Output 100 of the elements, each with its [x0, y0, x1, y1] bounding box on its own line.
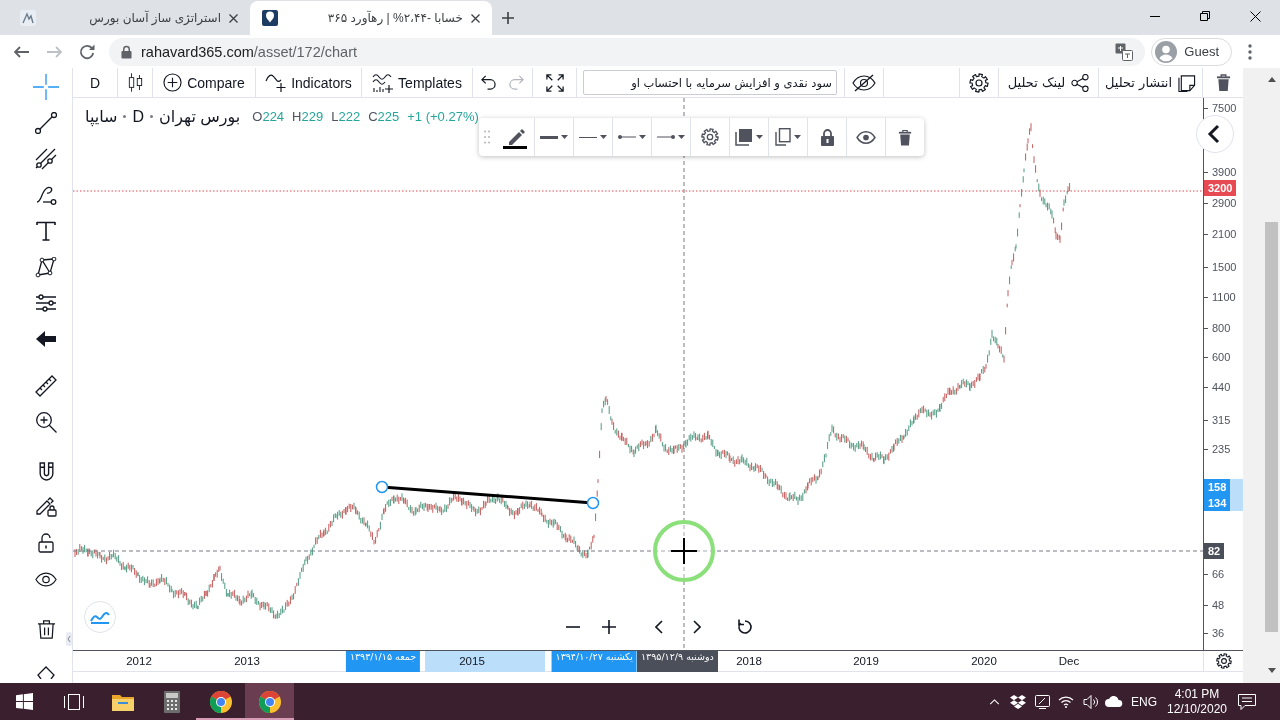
curve-icon[interactable] [35, 185, 57, 205]
price-axis-label: 235 [1212, 443, 1231, 455]
close-icon[interactable] [471, 13, 480, 23]
arrow-left-icon[interactable] [36, 331, 56, 347]
collapse-handle-icon[interactable] [66, 632, 72, 646]
clock-time: 4:01 PM [1174, 686, 1220, 702]
date-marker: دوشنبه ۱۳۹۵/۱۲/۹ [637, 651, 718, 672]
caret-icon [678, 135, 685, 139]
chevron-up-icon[interactable] [988, 698, 1000, 705]
interval-button[interactable]: D [86, 69, 104, 96]
language-indicator[interactable]: ENG [1126, 683, 1162, 720]
symbol-name: سایپا [85, 107, 118, 126]
price-axis-label: 2100 [1212, 228, 1237, 240]
price-axis-label: 36 [1212, 627, 1225, 639]
new-tab-icon[interactable] [502, 12, 514, 24]
plus-circle-icon [163, 73, 183, 92]
time-axis-label: 2018 [736, 655, 762, 667]
analysis-title-field[interactable]: سود نقدی و افزایش سرمایه با احتساب او [583, 70, 837, 95]
templates-icon [372, 72, 394, 93]
caret-icon [756, 135, 763, 139]
price-axis-label: 1500 [1212, 261, 1237, 273]
scroll-up-icon[interactable] [1268, 77, 1276, 82]
price-axis-marker: 82 [1204, 543, 1225, 559]
minimize-icon[interactable] [1150, 15, 1160, 17]
translate-icon[interactable] [1115, 42, 1134, 61]
chrome-icon [208, 689, 233, 714]
price-axis-label: 440 [1212, 381, 1231, 393]
chrome-icon [257, 689, 282, 714]
scroll-down-icon[interactable] [1268, 668, 1276, 673]
cloud-icon[interactable] [1105, 696, 1123, 707]
chevron-left-icon[interactable] [655, 620, 663, 634]
ohlc-label: C [368, 109, 378, 124]
share-link-button[interactable]: لینک تحلیل [1004, 69, 1093, 96]
text-tool-icon[interactable] [36, 221, 56, 241]
settings-icon [701, 128, 719, 146]
scrollbar-thumb[interactable] [1265, 222, 1278, 632]
undo-icon[interactable] [481, 75, 496, 90]
caret-icon [600, 135, 607, 139]
candlestick-icon[interactable] [127, 73, 143, 92]
folder-icon [111, 692, 134, 711]
trash-icon [898, 128, 912, 146]
favicon-icon [20, 10, 36, 26]
caret-icon [639, 135, 646, 139]
address-bar[interactable]: rahavard365.com/asset/172/chart [109, 37, 1146, 66]
notification-icon[interactable] [1238, 693, 1256, 710]
parallel-lines-icon[interactable] [35, 148, 57, 170]
dot-line-icon [618, 135, 636, 139]
price-change: +1 (+0.27%) [407, 109, 479, 124]
restore-icon[interactable] [1200, 11, 1210, 21]
templates-button[interactable]: Templates [369, 69, 465, 96]
lock-icon [820, 128, 834, 146]
eye-slash-icon[interactable] [852, 73, 876, 92]
zigzag-pattern-icon[interactable] [35, 256, 57, 278]
tray-app-icon[interactable] [1034, 694, 1050, 709]
profile-button[interactable]: Guest [1151, 37, 1232, 66]
cursor-highlight-icon [653, 520, 715, 582]
eye-icon[interactable] [35, 571, 57, 587]
reset-icon[interactable] [737, 619, 753, 635]
close-icon[interactable] [1249, 10, 1261, 22]
dropbox-icon[interactable] [1010, 694, 1026, 709]
settings-icon[interactable] [969, 72, 989, 93]
compare-button[interactable]: Compare [160, 69, 248, 96]
drag-handle-icon[interactable] [484, 130, 490, 144]
wave-logo-icon[interactable] [84, 601, 116, 633]
unlock-icon[interactable] [38, 533, 54, 553]
pencil-lock-icon[interactable] [35, 497, 57, 517]
note-icon [1178, 73, 1197, 92]
wifi-icon[interactable] [1058, 695, 1074, 708]
speaker-icon[interactable] [1082, 694, 1098, 709]
zoom-in-icon[interactable] [35, 411, 57, 433]
plus-icon[interactable] [602, 620, 616, 634]
ruler-icon[interactable] [35, 375, 57, 397]
task-view-icon[interactable] [63, 693, 84, 710]
back-arrow-icon[interactable] [13, 45, 29, 58]
exchange-name: بورس تهران [159, 107, 241, 126]
price-axis-marker: 134 [1204, 495, 1231, 511]
share-icon [1071, 73, 1090, 92]
trash-icon[interactable] [1215, 74, 1231, 91]
avatar-icon [1155, 40, 1178, 63]
price-axis-label: 7500 [1212, 102, 1237, 114]
horizontal-lines-icon[interactable] [35, 294, 57, 312]
line-handle[interactable] [375, 480, 389, 494]
price-axis-label: 800 [1212, 322, 1231, 334]
price-axis-label: 66 [1212, 568, 1225, 580]
settings-icon[interactable] [1215, 653, 1232, 669]
trend-line-icon[interactable] [35, 112, 57, 134]
lock-icon [121, 44, 132, 59]
price-axis-label: 315 [1212, 414, 1231, 426]
trash-icon[interactable] [36, 619, 56, 639]
indicators-button[interactable]: Indicators [262, 69, 355, 96]
fullscreen-icon[interactable] [545, 73, 564, 92]
taskbar-button[interactable] [245, 683, 294, 720]
price-axis-label: 600 [1212, 351, 1231, 363]
menu-icon[interactable] [1248, 43, 1252, 60]
magnet-icon[interactable] [38, 461, 54, 481]
reload-icon[interactable] [79, 43, 95, 60]
line-handle[interactable] [586, 496, 600, 510]
publish-button[interactable]: انتشار تحلیل [1101, 69, 1200, 96]
windows-logo-icon[interactable] [16, 693, 33, 710]
chevron-right-icon[interactable] [693, 620, 701, 634]
